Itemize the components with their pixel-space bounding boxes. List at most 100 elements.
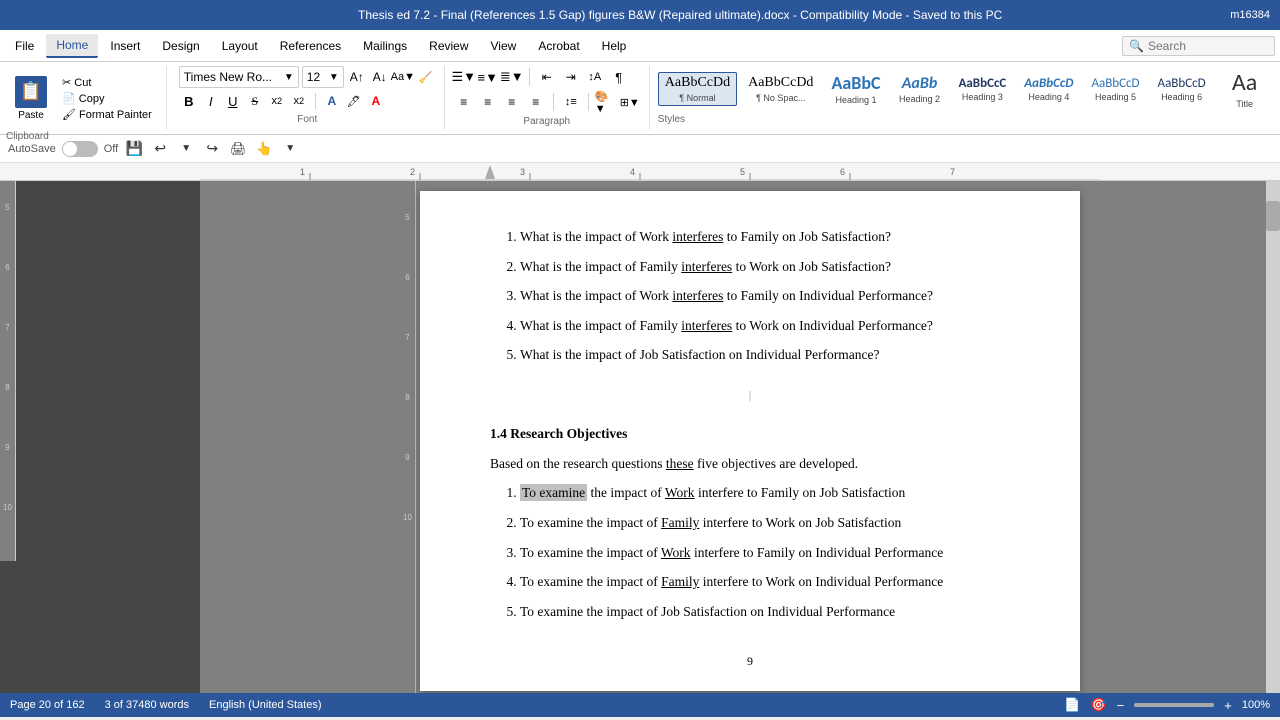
styles-container: AaBbCcDd ¶ Normal AaBbCcDd ¶ No Spac... … [658,66,1280,112]
styles-group-label: Styles [658,114,1280,125]
text-effects-button[interactable]: A [322,91,342,111]
menu-file[interactable]: File [5,35,44,57]
font-size-dropdown-icon[interactable]: ▼ [329,72,339,83]
sort-button[interactable]: ↕A [584,66,606,88]
menu-bar: File Home Insert Design Layout Reference… [0,30,1280,62]
menu-help[interactable]: Help [592,35,637,57]
menu-design[interactable]: Design [152,35,209,57]
scroll-area[interactable]: 5 6 7 8 9 10 What is the impact of Work … [200,181,1280,693]
layout-icon[interactable]: 📄 [1064,697,1080,713]
underline-work-1: Work [665,485,695,500]
align-left-button[interactable]: ≡ [453,91,475,113]
style-no-spacing[interactable]: AaBbCcDd ¶ No Spac... [741,72,820,106]
menu-insert[interactable]: Insert [100,35,150,57]
menu-home[interactable]: Home [46,34,98,58]
style-heading1[interactable]: AaBbC Heading 1 [824,70,887,109]
bullets-button[interactable]: ☰▼ [453,66,475,88]
line-spacing-button[interactable]: ↕≡ [560,91,582,113]
shading-button[interactable]: 🎨▼ [595,91,617,113]
vruler-7: 7 [0,321,15,381]
save-button[interactable]: 💾 [124,139,144,159]
borders-button[interactable]: ⊞▼ [619,91,641,113]
underline-button[interactable]: U [223,91,243,111]
svg-text:2: 2 [410,167,415,177]
menu-references[interactable]: References [270,35,351,57]
vr-6: 6 [400,271,415,331]
list-item: What is the impact of Work interferes to… [520,285,1010,307]
paste-button[interactable]: 📋 Paste [6,66,56,130]
superscript-button[interactable]: x2 [289,91,309,111]
style-heading6-preview: AaBbCcD [1158,76,1206,92]
menu-view[interactable]: View [481,35,527,57]
autosave-state: Off [104,143,118,155]
justify-button[interactable]: ≡ [525,91,547,113]
menu-review[interactable]: Review [419,35,478,57]
zoom-in-button[interactable]: + [1224,698,1232,713]
style-heading6[interactable]: AaBbCcD Heading 6 [1151,73,1213,106]
decrease-indent-button[interactable]: ⇤ [536,66,558,88]
change-case-button[interactable]: Aa▼ [393,67,413,87]
print-button[interactable]: 🖨 [228,139,248,159]
copy-button[interactable]: 📄 Copy [58,91,156,106]
multilevel-list-button[interactable]: ≣▼ [501,66,523,88]
font-color-button[interactable]: A [366,91,386,111]
cut-button[interactable]: ✂ Cut [58,75,156,90]
increase-indent-button[interactable]: ⇥ [560,66,582,88]
separator4 [588,93,589,111]
align-center-button[interactable]: ≡ [477,91,499,113]
decrease-font-button[interactable]: A↓ [370,67,390,87]
style-heading5-label: Heading 5 [1095,92,1136,102]
focus-icon[interactable]: 🎯 [1090,697,1106,713]
show-hide-button[interactable]: ¶ [608,66,630,88]
format-painter-button[interactable]: 🖌 Format Painter [58,107,156,122]
touch-mode-button[interactable]: 👆 [254,139,274,159]
font-family-dropdown-icon[interactable]: ▼ [284,72,294,83]
paste-icon: 📋 [15,76,47,108]
highlight-color-button[interactable]: 🖊 [344,91,364,111]
style-heading2-label: Heading 2 [899,94,940,104]
increase-font-button[interactable]: A↑ [347,67,367,87]
subscript-button[interactable]: x2 [267,91,287,111]
undo-dropdown[interactable]: ▼ [176,139,196,159]
menu-mailings[interactable]: Mailings [353,35,417,57]
italic-button[interactable]: I [201,91,221,111]
style-heading5[interactable]: AaBbCcD Heading 5 [1084,73,1146,106]
search-input[interactable] [1148,39,1268,53]
autosave-toggle[interactable] [62,141,98,157]
zoom-out-button[interactable]: − [1117,698,1125,713]
style-normal[interactable]: AaBbCcDd ¶ Normal [658,72,737,106]
title-bar: Thesis ed 7.2 - Final (References 1.5 Ga… [0,0,1280,30]
style-heading4[interactable]: AaBbCcD Heading 4 [1017,73,1080,106]
font-row2: B I U S x2 x2 A 🖊 A [179,91,436,111]
font-family-selector[interactable]: Times New Ro... ▼ [179,66,299,88]
style-heading3[interactable]: AaBbCcC Heading 3 [952,73,1014,106]
search-box[interactable]: 🔍 [1122,36,1275,56]
paragraph-group-label: Paragraph [453,116,641,127]
style-normal-preview: AaBbCcDd [665,75,730,92]
scrollbar-thumb[interactable] [1266,201,1280,231]
clear-format-button[interactable]: 🧹 [416,67,436,87]
strikethrough-button[interactable]: S [245,91,265,111]
customize-button[interactable]: ▼ [280,139,300,159]
align-right-button[interactable]: ≡ [501,91,523,113]
numbering-button[interactable]: ≡▼ [477,66,499,88]
svg-text:6: 6 [840,167,845,177]
paste-label: Paste [18,110,44,121]
font-group: Times New Ro... ▼ 12 ▼ A↑ A↓ Aa▼ 🧹 B I U… [171,66,445,130]
right-scrollbar[interactable] [1266,181,1280,693]
redo-button[interactable]: ↪ [202,139,222,159]
zoom-slider[interactable] [1134,703,1214,707]
status-right: 📄 🎯 − + 100% [1064,697,1270,713]
style-title[interactable]: Aa Title [1217,66,1273,112]
underline-interferes-3: interferes [672,288,723,303]
vr-5: 5 [400,211,415,271]
style-normal-label: ¶ Normal [679,93,715,103]
font-size-selector[interactable]: 12 ▼ [302,66,344,88]
bold-button[interactable]: B [179,91,199,111]
menu-layout[interactable]: Layout [212,35,268,57]
undo-button[interactable]: ↩ [150,139,170,159]
paragraph-group: ☰▼ ≡▼ ≣▼ ⇤ ⇥ ↕A ¶ ≡ ≡ ≡ ≡ ↕≡ 🎨▼ ⊞▼ Parag… [445,66,650,130]
document-page[interactable]: What is the impact of Work interferes to… [420,191,1080,691]
style-heading2[interactable]: AaBb Heading 2 [892,71,948,107]
menu-acrobat[interactable]: Acrobat [528,35,589,57]
